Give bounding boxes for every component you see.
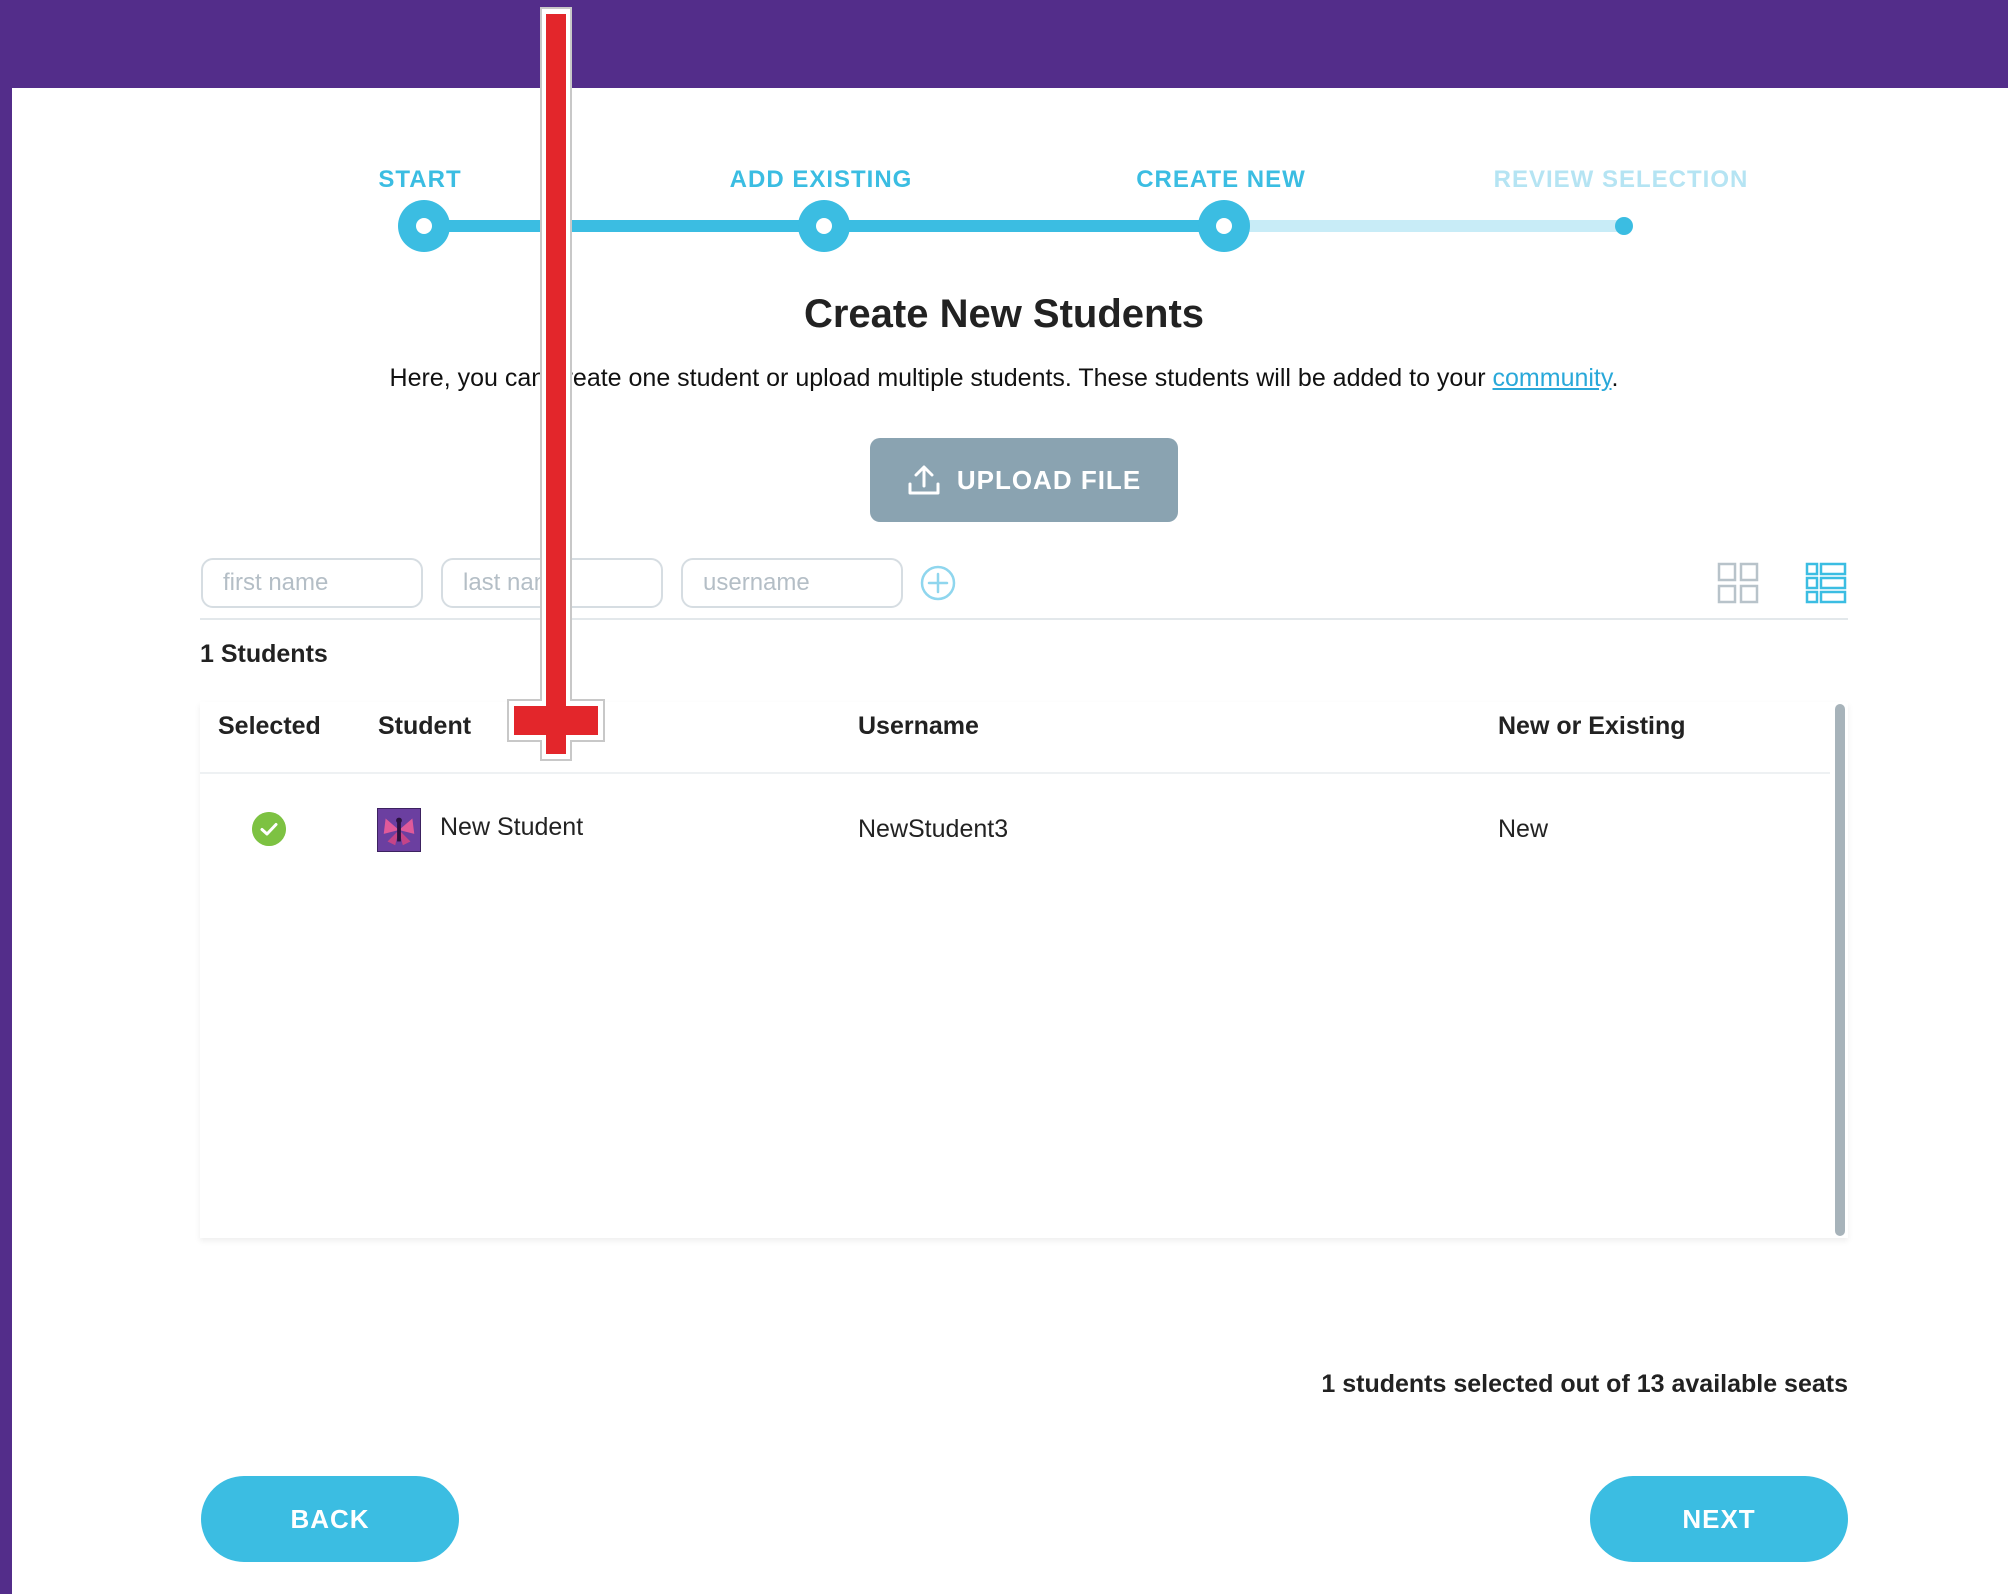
upload-file-button[interactable]: UPLOAD FILE	[870, 438, 1178, 522]
description-text: Here, you can create one student or uplo…	[389, 364, 1493, 392]
student-avatar	[377, 808, 421, 852]
next-button[interactable]: NEXT	[1590, 1476, 1848, 1562]
page-description: Here, you can create one student or uplo…	[0, 364, 2008, 393]
column-header-new-or-existing[interactable]: New or Existing	[1498, 712, 1686, 741]
add-student-plus-icon[interactable]	[920, 565, 956, 601]
column-header-username[interactable]: Username	[858, 712, 979, 741]
table-scrollbar[interactable]	[1835, 704, 1845, 1236]
student-username: NewStudent3	[858, 815, 1009, 843]
grid-view-icon[interactable]	[1717, 562, 1759, 604]
username-input[interactable]	[681, 558, 903, 608]
student-name: New Student	[440, 813, 584, 841]
students-count: 1 Students	[200, 640, 328, 668]
list-view-icon[interactable]	[1805, 562, 1847, 604]
step-create-new-label[interactable]: CREATE NEW	[1136, 166, 1306, 194]
step-review-selection-dot	[1615, 217, 1633, 235]
step-create-new-dot[interactable]	[1198, 200, 1250, 252]
step-add-existing-label[interactable]: ADD EXISTING	[730, 166, 913, 194]
step-start-label[interactable]: START	[378, 166, 461, 194]
upload-file-label: UPLOAD FILE	[956, 464, 1142, 495]
stepper-track-pending	[1224, 220, 1626, 232]
step-review-selection-label: REVIEW SELECTION	[1493, 166, 1749, 193]
students-table	[200, 702, 1848, 1238]
last-name-input[interactable]	[441, 558, 663, 608]
seats-summary: 1 students selected out of 13 available …	[1321, 1370, 1848, 1398]
selected-check-icon[interactable]	[252, 812, 286, 846]
description-period: .	[1611, 364, 1619, 392]
form-divider	[200, 618, 1848, 620]
community-link[interactable]: community	[1493, 364, 1612, 392]
first-name-input[interactable]	[201, 558, 423, 608]
student-status: New	[1498, 815, 1549, 843]
step-add-existing-dot[interactable]	[798, 200, 850, 252]
back-button[interactable]: BACK	[201, 1476, 459, 1562]
step-start-dot[interactable]	[398, 200, 450, 252]
column-header-selected[interactable]: Selected	[218, 712, 321, 741]
page-title: Create New Students	[803, 292, 1205, 336]
upload-icon	[908, 465, 940, 495]
table-header-divider	[200, 772, 1830, 774]
column-header-student[interactable]: Student	[378, 712, 471, 741]
top-bar	[0, 0, 2008, 88]
